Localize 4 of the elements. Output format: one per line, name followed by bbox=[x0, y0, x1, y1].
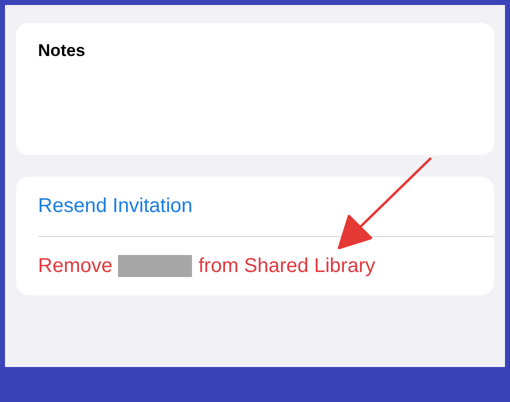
resend-invitation-button[interactable]: Resend Invitation bbox=[38, 194, 193, 218]
remove-label[interactable]: from Shared Library bbox=[198, 254, 376, 278]
remove-label[interactable]: Remove bbox=[38, 254, 112, 278]
notes-label: Notes bbox=[38, 41, 86, 61]
